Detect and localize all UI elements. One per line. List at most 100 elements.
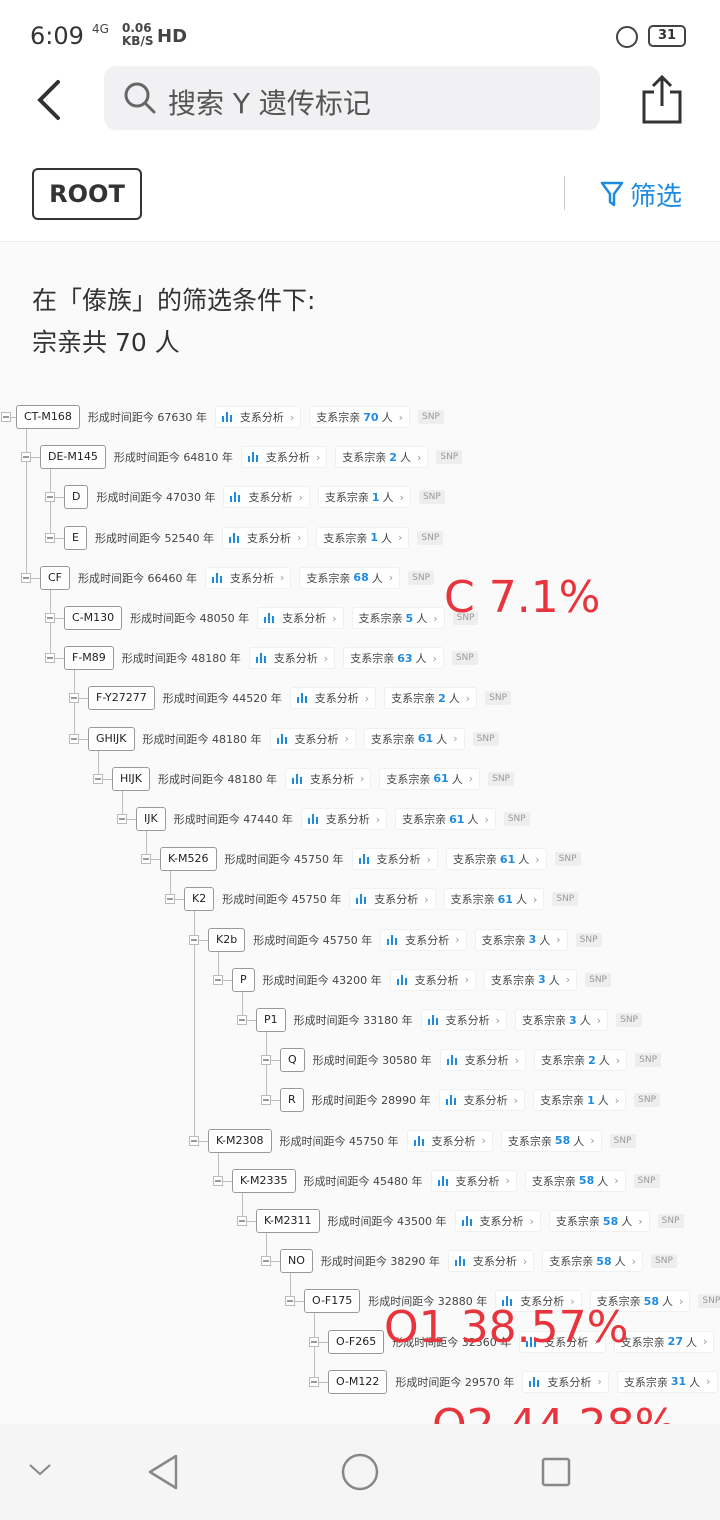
branch-relatives-button[interactable]: 支系宗亲 1 人 › [316,526,410,549]
collapse-toggle[interactable] [165,894,175,905]
collapse-toggle[interactable] [237,1216,247,1226]
haplogroup-name[interactable]: CT-M168 [16,405,80,429]
branch-analysis-button[interactable]: 支系分析 › [430,1169,517,1192]
snp-badge[interactable]: SNP [554,852,581,867]
collapse-toggle[interactable] [213,1175,223,1186]
branch-analysis-button[interactable]: 支系分析 › [221,526,309,549]
branch-analysis-button[interactable]: 支系分析 › [349,888,436,911]
branch-analysis-button[interactable]: 支系分析 › [454,1210,541,1232]
share-icon[interactable] [640,74,684,126]
collapse-toggle[interactable] [117,814,127,824]
snp-badge[interactable]: SNP [634,1093,660,1108]
haplogroup-name[interactable]: DE-M145 [40,445,106,470]
collapse-toggle[interactable] [213,974,223,985]
haplogroup-name[interactable]: D [64,485,89,510]
snp-badge[interactable]: SNP [417,530,444,545]
collapse-toggle[interactable] [237,1015,247,1025]
haplogroup-name[interactable]: P1 [256,1008,286,1032]
snp-badge[interactable]: SNP [575,932,602,947]
branch-relatives-button[interactable]: 支系宗亲 61 人 › [443,888,545,911]
haplogroup-name[interactable]: K-M2308 [208,1128,272,1153]
snp-badge[interactable]: SNP [503,812,530,826]
snp-badge[interactable]: SNP [436,450,463,465]
nav-home-icon[interactable] [340,1452,380,1492]
branch-relatives-button[interactable]: 支系宗亲 63 人 › [343,647,444,670]
branch-relatives-button[interactable]: 支系宗亲 1 人 › [533,1089,627,1112]
snp-badge[interactable]: SNP [472,731,499,746]
haplogroup-name[interactable]: CF [40,565,71,590]
branch-relatives-button[interactable]: 支系宗亲 2 人 › [534,1049,628,1072]
branch-analysis-button[interactable]: 支系分析 › [438,1089,526,1112]
branch-analysis-button[interactable]: 支系分析 › [389,968,477,991]
branch-analysis-button[interactable]: 支系分析 › [420,1009,508,1031]
branch-analysis-button[interactable]: 支系分析 › [205,566,292,589]
haplogroup-name[interactable]: E [64,525,87,550]
branch-relatives-button[interactable]: 支系宗亲 3 人 › [515,1009,609,1031]
branch-relatives-button[interactable]: 支系宗亲 58 人 › [500,1129,602,1152]
snp-badge[interactable]: SNP [408,570,435,585]
branch-relatives-button[interactable]: 支系宗亲 1 人 › [317,486,411,509]
snp-badge[interactable]: SNP [451,651,478,666]
collapse-toggle[interactable] [285,1296,295,1307]
haplogroup-name[interactable]: K2 [184,887,215,912]
haplogroup-name[interactable]: K-M2311 [256,1209,320,1233]
haplogroup-name[interactable]: O-F265 [328,1329,385,1354]
branch-analysis-button[interactable]: 支系分析 › [406,1129,493,1152]
collapse-toggle[interactable] [45,613,55,623]
collapse-toggle[interactable] [93,773,103,784]
branch-relatives-button[interactable]: 支系宗亲 68 人 › [299,566,401,589]
collapse-toggle[interactable] [21,572,31,583]
haplogroup-name[interactable]: F-Y27277 [88,686,155,711]
haplogroup-name[interactable]: P [232,967,255,992]
collapse-toggle[interactable] [45,653,55,664]
branch-relatives-button[interactable]: 支系宗亲 3 人 › [484,968,578,991]
haplogroup-name[interactable]: NO [280,1249,313,1274]
snp-badge[interactable]: SNP [651,1254,677,1269]
nav-back-icon[interactable] [146,1454,182,1490]
back-arrow-icon[interactable] [30,76,70,124]
collapse-toggle[interactable] [261,1256,271,1267]
snp-badge[interactable]: SNP [585,972,611,987]
branch-relatives-button[interactable]: 支系宗亲 5 人 › [351,607,445,629]
haplogroup-name[interactable]: C-M130 [64,606,123,630]
branch-analysis-button[interactable]: 支系分析 › [439,1049,527,1072]
branch-relatives-button[interactable]: 支系宗亲 58 人 › [548,1210,650,1232]
root-button[interactable]: ROOT [32,168,142,220]
branch-relatives-button[interactable]: 支系宗亲 27 人 › [613,1330,715,1353]
snp-badge[interactable]: SNP [633,1173,660,1188]
snp-badge[interactable]: SNP [418,490,445,505]
filter-button[interactable]: 筛选 [600,176,682,212]
snp-badge[interactable]: SNP [552,892,579,907]
haplogroup-name[interactable]: Q [280,1048,305,1073]
snp-badge[interactable]: SNP [698,1294,720,1309]
collapse-toggle[interactable] [69,733,79,744]
collapse-toggle[interactable] [261,1095,271,1106]
haplogroup-name[interactable]: F-M89 [64,646,114,671]
branch-analysis-button[interactable]: 支系分析 › [223,486,310,509]
collapse-toggle[interactable] [45,532,55,543]
branch-relatives-button[interactable]: 支系宗亲 2 人 › [335,446,429,469]
branch-relatives-button[interactable]: 支系宗亲 2 人 › [384,687,478,710]
branch-relatives-button[interactable]: 支系宗亲 58 人 › [542,1250,644,1273]
branch-relatives-button[interactable]: 支系宗亲 61 人 › [363,727,465,750]
snp-badge[interactable]: SNP [417,410,444,424]
branch-relatives-button[interactable]: 支系宗亲 61 人 › [445,848,547,871]
collapse-toggle[interactable] [141,854,151,865]
branch-relatives-button[interactable]: 支系宗亲 70 人 › [309,406,410,428]
search-input[interactable]: 搜索 Y 遗传标记 [104,66,600,130]
collapse-toggle[interactable] [189,934,199,945]
haplogroup-name[interactable]: K-M526 [160,847,217,872]
snp-badge[interactable]: SNP [609,1133,636,1148]
branch-relatives-button[interactable]: 支系宗亲 3 人 › [474,928,568,951]
nav-collapse-icon[interactable] [28,1462,52,1478]
collapse-toggle[interactable] [309,1376,319,1387]
collapse-toggle[interactable] [309,1336,319,1347]
haplogroup-name[interactable]: K-M2335 [232,1168,296,1193]
collapse-toggle[interactable] [261,1055,271,1066]
branch-relatives-button[interactable]: 支系宗亲 58 人 › [524,1169,626,1192]
haplogroup-name[interactable]: IJK [136,807,166,831]
haplogroup-name[interactable]: GHIJK [88,726,135,751]
branch-analysis-button[interactable]: 支系分析 › [248,647,336,670]
collapse-toggle[interactable] [189,1135,199,1146]
branch-relatives-button[interactable]: 支系宗亲 61 人 › [379,767,481,790]
